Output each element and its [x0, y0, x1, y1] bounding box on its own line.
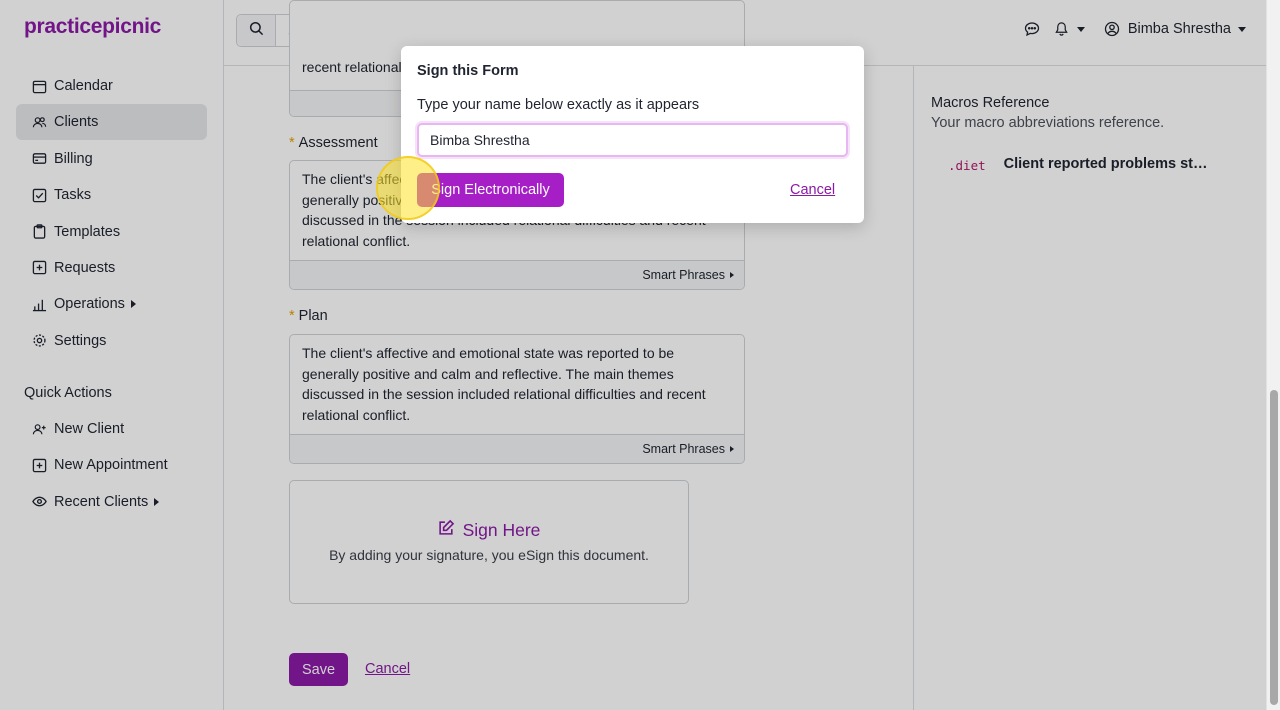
signature-name-input[interactable]	[417, 123, 848, 157]
click-indicator	[376, 156, 440, 220]
scrollbar-thumb[interactable]	[1270, 390, 1278, 705]
modal-cancel-link[interactable]: Cancel	[790, 182, 835, 198]
modal-title: Sign this Form	[417, 63, 519, 79]
page-scrollbar[interactable]	[1266, 0, 1280, 710]
sign-form-modal: Sign this Form Type your name below exac…	[401, 46, 864, 223]
modal-instruction: Type your name below exactly as it appea…	[417, 97, 700, 113]
